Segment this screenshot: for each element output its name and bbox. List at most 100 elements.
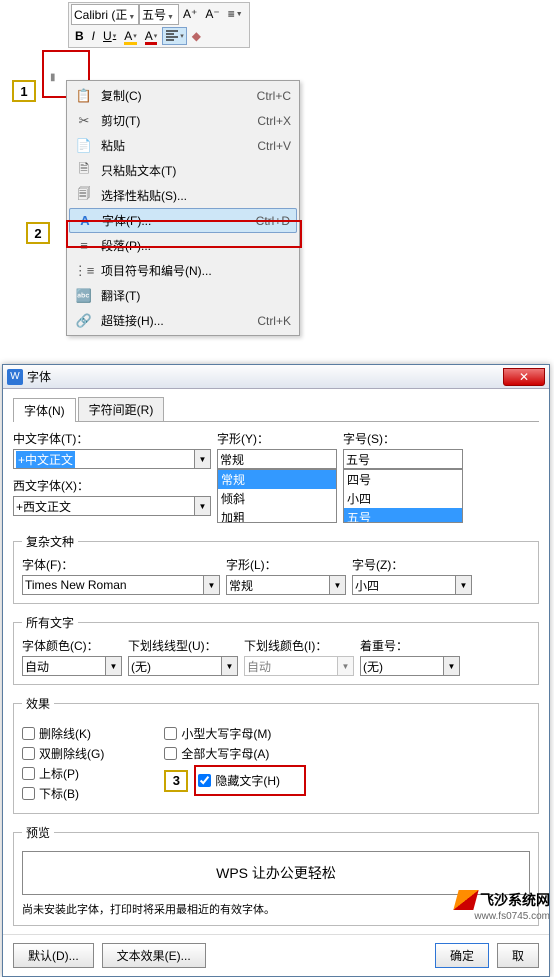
- check-super[interactable]: 上标(P): [22, 765, 104, 782]
- tab-spacing[interactable]: 字符间距(R): [78, 397, 165, 421]
- style-label: 字形(Y)：: [217, 430, 337, 447]
- size-listbox[interactable]: 四号 小四 五号: [343, 469, 463, 523]
- size-opt-0[interactable]: 四号: [344, 470, 462, 489]
- cursor-indicator: ▮: [50, 72, 56, 83]
- complex-size-label: 字号(Z)：: [352, 556, 472, 573]
- cancel-button[interactable]: 取: [497, 943, 539, 968]
- watermark-text: 飞沙系统网: [480, 890, 550, 910]
- underline-color-combo[interactable]: 自动▼: [244, 656, 354, 676]
- complex-font-combo[interactable]: Times New Roman▼: [22, 575, 220, 595]
- complex-style-label: 字形(L)：: [226, 556, 346, 573]
- menu-bullets[interactable]: ⋮≡项目符号和编号(N)...: [69, 258, 297, 283]
- size-opt-2[interactable]: 五号: [344, 508, 462, 523]
- dialog-title: 字体: [27, 368, 503, 385]
- watermark: 飞沙系统网 www.fs0745.com: [456, 890, 550, 910]
- complex-size-combo[interactable]: 小四▼: [352, 575, 472, 595]
- underline-button[interactable]: U▾: [100, 27, 119, 45]
- effects-legend: 效果: [22, 695, 54, 712]
- complex-script-group: 复杂文种 字体(F)： Times New Roman▼ 字形(L)： 常规▼ …: [13, 533, 539, 604]
- step-1-badge: 1: [12, 80, 36, 102]
- complex-style-combo[interactable]: 常规▼: [226, 575, 346, 595]
- app-icon: W: [7, 369, 23, 385]
- context-menu: 📋复制(C)Ctrl+C ✂剪切(T)Ctrl+X 📄粘贴Ctrl+V 🗎只粘贴…: [66, 80, 300, 336]
- en-font-label: 西文字体(X)：: [13, 477, 211, 494]
- emphasis-combo[interactable]: (无)▼: [360, 656, 460, 676]
- ok-button[interactable]: 确定: [435, 943, 489, 968]
- all-text-group: 所有文字 字体颜色(C)： 自动▼ 下划线线型(U)： (无)▼ 下划线颜色(I)：…: [13, 614, 539, 685]
- copy-icon: 📋: [73, 88, 95, 104]
- menu-translate[interactable]: 🔤翻译(T): [69, 283, 297, 308]
- watermark-url: www.fs0745.com: [474, 911, 550, 922]
- tab-font[interactable]: 字体(N): [13, 398, 76, 422]
- size-label: 字号(S)：: [343, 430, 463, 447]
- size-input[interactable]: 五号: [343, 449, 463, 469]
- link-icon: 🔗: [73, 313, 95, 329]
- highlight-button[interactable]: A▾: [121, 27, 140, 45]
- underline-color-label: 下划线颜色(I)：: [244, 637, 354, 654]
- default-button[interactable]: 默认(D)...: [13, 943, 94, 968]
- font-color-button[interactable]: A▾: [142, 27, 161, 45]
- paragraph-icon: ≡: [73, 238, 95, 253]
- align-button[interactable]: ▾: [162, 27, 187, 45]
- menu-hyperlink[interactable]: 🔗超链接(H)...Ctrl+K: [69, 308, 297, 333]
- formatting-toolbar: Calibri (正▼ 五号▼ A⁺ A⁻ ≡▼ B I U▾ A▾ A▾ ▾ …: [68, 2, 250, 48]
- color-label: 字体颜色(C)：: [22, 637, 122, 654]
- all-text-legend: 所有文字: [22, 614, 78, 631]
- menu-paste[interactable]: 📄粘贴Ctrl+V: [69, 133, 297, 158]
- style-listbox[interactable]: 常规 倾斜 加粗: [217, 469, 337, 523]
- check-strike[interactable]: 删除线(K): [22, 725, 104, 742]
- menu-copy[interactable]: 📋复制(C)Ctrl+C: [69, 83, 297, 108]
- preview-group: 预览 WPS 让办公更轻松 尚未安装此字体，打印时将采用最相近的有效字体。: [13, 824, 539, 926]
- font-icon: A: [74, 213, 96, 228]
- cn-font-combo[interactable]: +中文正文▼: [13, 449, 211, 469]
- emphasis-label: 着重号：: [360, 637, 460, 654]
- grow-font-button[interactable]: A⁺: [180, 5, 200, 23]
- font-size-combo[interactable]: 五号▼: [139, 4, 179, 25]
- en-font-combo[interactable]: +西文正文▼: [13, 496, 211, 516]
- paste-text-icon: 🗎: [73, 160, 95, 182]
- effects-group: 效果 删除线(K) 双删除线(G) 上标(P) 下标(B) 小型大写字母(M) …: [13, 695, 539, 814]
- bullets-icon: ⋮≡: [73, 263, 95, 279]
- size-opt-1[interactable]: 小四: [344, 489, 462, 508]
- complex-font-label: 字体(F)：: [22, 556, 220, 573]
- check-smallcaps[interactable]: 小型大写字母(M): [164, 725, 306, 742]
- close-button[interactable]: ✕: [503, 368, 545, 386]
- check-allcaps[interactable]: 全部大写字母(A): [164, 745, 306, 762]
- watermark-logo-icon: [453, 890, 478, 910]
- menu-paragraph[interactable]: ≡段落(P)...: [69, 233, 297, 258]
- cut-icon: ✂: [73, 113, 95, 129]
- bold-button[interactable]: B: [72, 27, 87, 45]
- font-dialog: W 字体 ✕ 字体(N) 字符间距(R) 中文字体(T)： +中文正文▼ 西文字…: [2, 364, 550, 977]
- step-3-badge: 3: [164, 770, 188, 792]
- menu-cut[interactable]: ✂剪切(T)Ctrl+X: [69, 108, 297, 133]
- style-opt-bold[interactable]: 加粗: [218, 508, 336, 523]
- step-2-badge: 2: [26, 222, 50, 244]
- cn-font-label: 中文字体(T)：: [13, 430, 211, 447]
- preview-box: WPS 让办公更轻松: [22, 851, 530, 895]
- paste-icon: 📄: [73, 138, 95, 154]
- font-name-combo[interactable]: Calibri (正▼: [71, 4, 139, 25]
- check-dstrike[interactable]: 双删除线(G): [22, 745, 104, 762]
- shrink-font-button[interactable]: A⁻: [202, 5, 222, 23]
- translate-icon: 🔤: [73, 288, 95, 304]
- text-effect-button[interactable]: 文本效果(E)...: [102, 943, 206, 968]
- menu-paste-special[interactable]: 🗐选择性粘贴(S)...: [69, 183, 297, 208]
- step-3-highlight: 隐藏文字(H): [194, 765, 306, 796]
- underline-combo[interactable]: (无)▼: [128, 656, 238, 676]
- check-hidden[interactable]: 隐藏文字(H): [198, 772, 280, 789]
- style-input[interactable]: 常规: [217, 449, 337, 469]
- italic-button[interactable]: I: [89, 27, 98, 45]
- menu-paste-text[interactable]: 🗎只粘贴文本(T): [69, 158, 297, 183]
- eraser-button[interactable]: ◆: [189, 27, 204, 45]
- line-spacing-button[interactable]: ≡▼: [225, 5, 246, 23]
- preview-legend: 预览: [22, 824, 54, 841]
- complex-legend: 复杂文种: [22, 533, 78, 550]
- menu-font[interactable]: A字体(F)...Ctrl+D: [69, 208, 297, 233]
- check-sub[interactable]: 下标(B): [22, 785, 104, 802]
- style-opt-italic[interactable]: 倾斜: [218, 489, 336, 508]
- underline-label: 下划线线型(U)：: [128, 637, 238, 654]
- style-opt-regular[interactable]: 常规: [218, 470, 336, 489]
- color-combo[interactable]: 自动▼: [22, 656, 122, 676]
- dialog-titlebar: W 字体 ✕: [3, 365, 549, 389]
- paste-special-icon: 🗐: [73, 185, 95, 207]
